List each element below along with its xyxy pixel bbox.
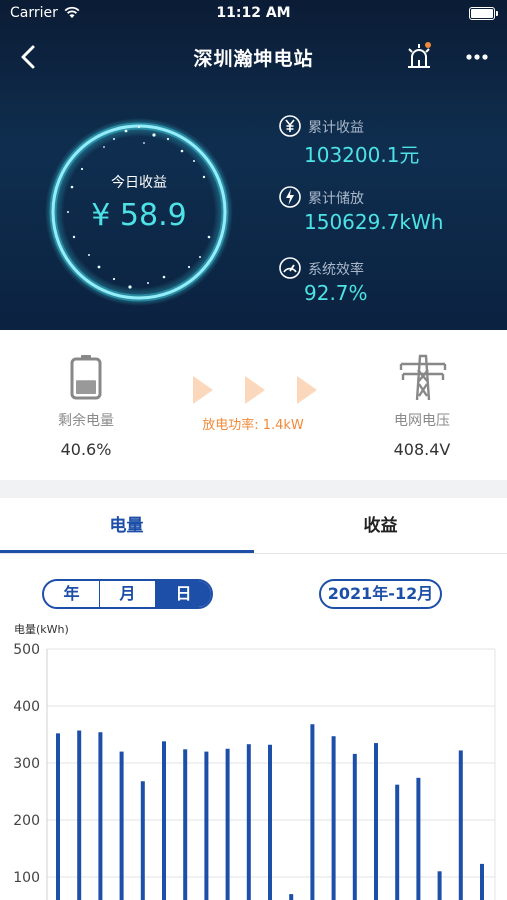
stat-value: 92.7% — [304, 281, 368, 305]
bar — [246, 744, 251, 900]
y-axis-label: 电量(kWh) — [14, 623, 69, 636]
bar — [374, 743, 378, 900]
bar — [119, 751, 124, 900]
battery-status-icon — [469, 7, 498, 20]
chart-tabs: 电量 收益 — [0, 498, 507, 554]
bar — [183, 749, 188, 900]
grid-voltage-label: 电网电压 — [394, 413, 450, 429]
energy-flow-panel: 剩余电量 40.6% 放电功率: 1.4kW 电网电压 408.4V — [0, 330, 507, 480]
tab-earnings[interactable]: 收益 — [254, 498, 507, 554]
clock: 11:12 AM — [216, 5, 291, 21]
battery-level-value: 40.6% — [60, 440, 112, 459]
stat-label: 累计收益 — [308, 120, 364, 136]
today-earnings-label: 今日收益 — [111, 175, 167, 191]
section-divider — [0, 480, 507, 498]
grid-voltage-value: 408.4V — [393, 440, 451, 459]
segment-year[interactable]: 年 — [44, 581, 100, 607]
segment-day[interactable]: 日 — [156, 581, 211, 607]
stat-value: 150629.7kWh — [304, 210, 444, 234]
period-segmented-control: 年 月 日 — [42, 579, 213, 609]
bar — [395, 784, 400, 900]
nav-bar: 深圳瀚坤电站 — [0, 30, 507, 84]
alarm-icon[interactable] — [404, 40, 434, 72]
y-tick-label: 300 — [13, 756, 40, 772]
active-tab-indicator — [0, 550, 254, 553]
bar — [204, 751, 209, 900]
segment-month[interactable]: 月 — [100, 581, 156, 607]
lightning-icon — [279, 186, 301, 208]
date-picker-button[interactable]: 2021年-12月 — [319, 579, 442, 609]
flow-arrows-icon — [193, 376, 317, 404]
bar — [268, 744, 272, 900]
bar — [437, 871, 442, 900]
bar — [56, 733, 60, 900]
stat-label: 累计储放 — [308, 191, 364, 207]
bar — [352, 753, 357, 900]
y-tick-label: 100 — [13, 870, 40, 886]
bar — [289, 894, 294, 900]
energy-bar-chart: 电量(kWh) 100 200 300 400 500 — [13, 623, 496, 900]
bar — [310, 724, 315, 900]
summary-panel: Carrier 11:12 AM 深圳瀚坤电站 今日收益 ¥ 58.9 累计收益… — [0, 0, 507, 330]
tab-energy[interactable]: 电量 — [0, 498, 253, 554]
power-tower-icon — [399, 354, 447, 401]
status-bar: Carrier 11:12 AM — [0, 0, 507, 28]
battery-icon — [70, 355, 102, 400]
y-tick-label: 200 — [13, 813, 40, 829]
y-tick-label: 500 — [13, 642, 40, 658]
discharge-power-label: 放电功率: 1.4kW — [202, 418, 304, 433]
y-tick-label: 400 — [13, 699, 40, 715]
bar — [98, 732, 103, 900]
bar — [140, 781, 145, 900]
bar — [225, 748, 230, 900]
bar — [331, 736, 336, 900]
bar — [77, 730, 82, 900]
stat-label: 系统效率 — [308, 262, 364, 278]
stat-value: 103200.1元 — [304, 143, 420, 167]
battery-level-label: 剩余电量 — [58, 413, 114, 429]
more-icon[interactable] — [462, 42, 492, 72]
today-earnings-value: ¥ 58.9 — [91, 198, 187, 233]
bar — [416, 777, 421, 900]
bar — [480, 863, 484, 900]
bar — [162, 741, 166, 900]
bar — [458, 750, 463, 900]
gauge-icon — [279, 257, 301, 279]
yuan-coin-icon — [279, 115, 301, 137]
